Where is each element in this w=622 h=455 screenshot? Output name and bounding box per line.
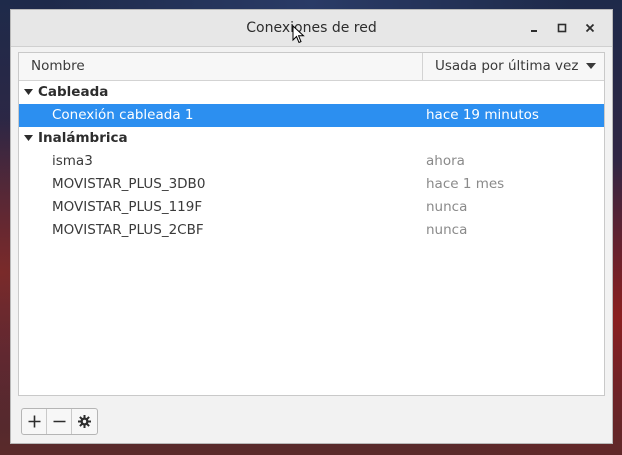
maximize-icon: [557, 23, 567, 33]
add-icon: [28, 415, 40, 428]
maximize-button[interactable]: [548, 14, 576, 42]
connection-last-used: hace 1 mes: [426, 176, 505, 192]
gear-icon: [78, 415, 91, 428]
window-controls: [520, 10, 604, 46]
connection-row[interactable]: Conexión cableada 1 hace 19 minutos: [19, 104, 604, 127]
title-bar[interactable]: Conexiones de red: [11, 10, 612, 47]
list-rows: Cableada Conexión cableada 1 hace 19 min…: [19, 81, 604, 242]
column-header-last-used-label: Usada por última vez: [435, 58, 579, 74]
close-button[interactable]: [576, 14, 604, 42]
column-header-name[interactable]: Nombre: [19, 53, 423, 80]
close-icon: [585, 23, 595, 33]
minimize-icon: [531, 30, 537, 32]
connection-row[interactable]: MOVISTAR_PLUS_2CBF nunca: [19, 219, 604, 242]
connection-name: MOVISTAR_PLUS_3DB0: [52, 176, 206, 192]
sort-descending-icon: [586, 63, 596, 69]
connection-last-used: hace 19 minutos: [426, 107, 539, 123]
connection-row[interactable]: MOVISTAR_PLUS_3DB0 hace 1 mes: [19, 173, 604, 196]
edit-connection-button[interactable]: [72, 409, 97, 434]
expander-open-icon[interactable]: [24, 135, 33, 142]
connection-name: MOVISTAR_PLUS_2CBF: [52, 222, 204, 238]
connection-row[interactable]: isma3 ahora: [19, 150, 604, 173]
connection-toolbar: [21, 408, 98, 435]
list-header: Nombre Usada por última vez: [19, 53, 604, 81]
network-connections-window: Conexiones de red Nombre Usada por últim…: [10, 9, 613, 444]
remove-connection-button[interactable]: [47, 409, 72, 434]
connection-name: isma3: [52, 153, 93, 169]
remove-icon: [53, 420, 65, 423]
expander-open-icon[interactable]: [24, 89, 33, 96]
connection-last-used: nunca: [426, 222, 468, 238]
column-header-last-used[interactable]: Usada por última vez: [424, 53, 604, 80]
connection-name: MOVISTAR_PLUS_119F: [52, 199, 203, 215]
connection-last-used: nunca: [426, 199, 468, 215]
minimize-button[interactable]: [520, 14, 548, 42]
group-row-wireless[interactable]: Inalámbrica: [19, 127, 604, 150]
connection-last-used: ahora: [426, 153, 465, 169]
add-connection-button[interactable]: [22, 409, 47, 434]
connection-row[interactable]: MOVISTAR_PLUS_119F nunca: [19, 196, 604, 219]
group-row-wired[interactable]: Cableada: [19, 81, 604, 104]
group-label: Cableada: [38, 84, 109, 100]
connections-list[interactable]: Nombre Usada por última vez Cableada Con…: [18, 52, 605, 396]
connection-name: Conexión cableada 1: [52, 107, 194, 123]
group-label: Inalámbrica: [38, 130, 128, 146]
mouse-pointer-icon: [292, 25, 305, 44]
